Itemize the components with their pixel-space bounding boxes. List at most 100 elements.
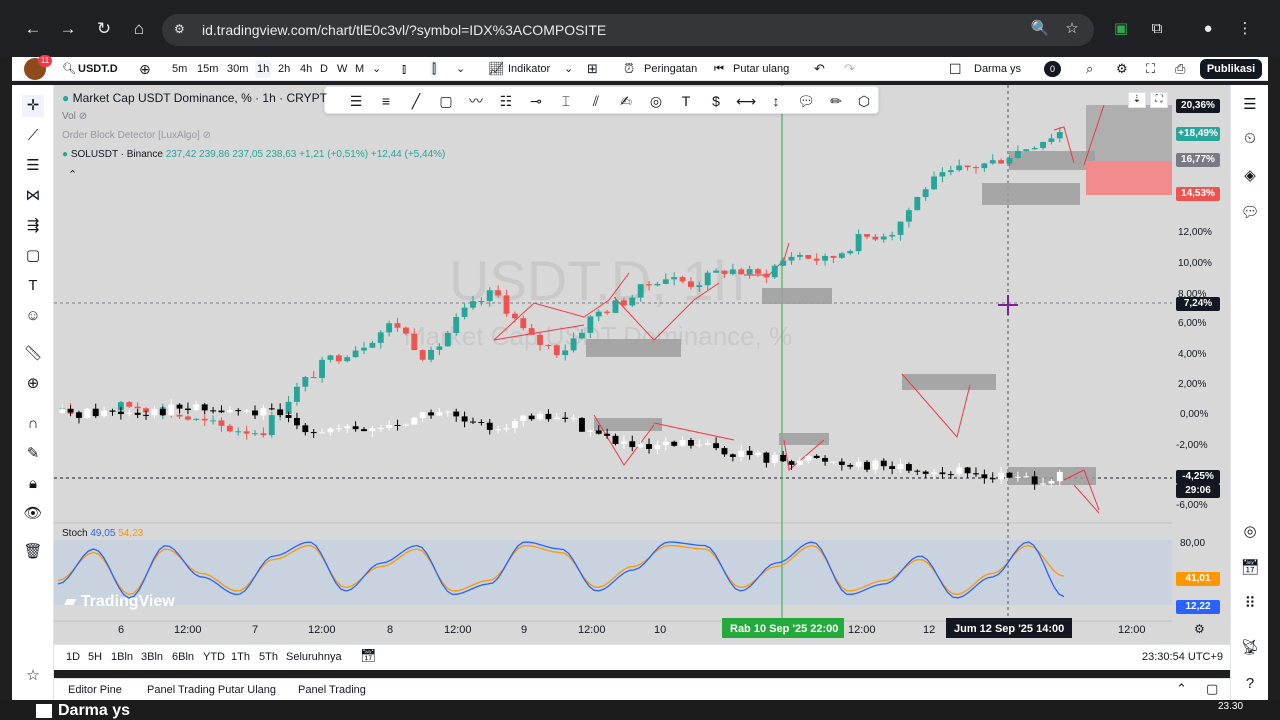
vol-legend[interactable]: Vol ⊘ <box>62 111 87 122</box>
lock-icon[interactable]: 🔒︎ <box>22 473 44 495</box>
back-arrow-icon[interactable]: ← <box>22 18 44 40</box>
prediction-icon[interactable]: ⇶ <box>22 215 44 237</box>
chart-type-dropdown-icon[interactable]: ⌄ <box>454 60 467 78</box>
maximize-panel-icon[interactable]: ▢ <box>1206 681 1218 697</box>
extensions-puzzle-icon[interactable]: ⧉ <box>1146 18 1168 40</box>
calendar-icon[interactable]: 📅︎ <box>1239 557 1261 579</box>
layout-square-icon[interactable]: ☐ <box>947 60 964 78</box>
range-5h[interactable]: 5H <box>88 651 102 663</box>
collapse-panel-icon[interactable]: ⌃ <box>1176 681 1187 697</box>
cursor-text-icon[interactable]: ⌶ <box>555 90 577 112</box>
magnet-icon[interactable]: ∩ <box>22 413 44 435</box>
compare-symbol-icon[interactable]: ⊕ <box>137 60 153 78</box>
extension-icon[interactable]: ▣ <box>1110 18 1132 40</box>
bar-style-icon[interactable]: ⫾ <box>400 60 408 78</box>
pencil-icon[interactable]: ✏ <box>825 90 847 112</box>
replay-icon[interactable]: ⏮ <box>712 60 726 78</box>
ruler-icon[interactable]: 📏︎ <box>22 343 44 365</box>
range-1th[interactable]: 1Th <box>231 651 250 663</box>
indicators-icon[interactable]: 📈︎ <box>486 60 507 78</box>
path-icon[interactable]: 〰 <box>465 90 487 112</box>
fib-ext-icon[interactable]: ☷ <box>495 90 517 112</box>
rectangle-icon[interactable]: ▢ <box>435 90 457 112</box>
range-5th[interactable]: 5Th <box>259 651 278 663</box>
trash-icon[interactable]: 🗑︎ <box>22 541 44 563</box>
range-1d[interactable]: 1D <box>66 651 80 663</box>
home-icon[interactable]: ⌂ <box>128 18 150 40</box>
symbol-name[interactable]: USDT.D <box>76 60 120 78</box>
favorites-star-icon[interactable]: ☆ <box>22 665 44 687</box>
watchlist-icon[interactable]: ☰ <box>1239 94 1261 116</box>
zoom-icon[interactable]: 🔍 <box>1029 18 1051 40</box>
zoom-in-icon[interactable]: ⊕ <box>22 373 44 395</box>
geometric-shapes-icon[interactable]: ▢ <box>22 245 44 267</box>
fullscreen-icon[interactable]: ⛶ <box>1144 60 1157 78</box>
interval-d[interactable]: D <box>318 60 330 78</box>
sol-legend[interactable]: ● SOLUSDT · Binance 237,42 239,86 237,05… <box>62 149 445 160</box>
ob-legend[interactable]: Order Block Detector [LuxAlgo] ⊘ <box>62 130 211 141</box>
fib-channel-icon[interactable]: ≡ <box>375 90 397 112</box>
parallel-channel-icon[interactable]: ⫽ <box>585 90 607 112</box>
interval-30m[interactable]: 30m <box>225 60 250 78</box>
comment-icon[interactable]: 💬︎ <box>795 90 817 112</box>
range-ytd[interactable]: YTD <box>203 651 225 663</box>
collapse-legend-icon[interactable]: ⌃ <box>68 168 77 181</box>
address-bar[interactable]: ⚙ id.tradingview.com/chart/tlE0c3vl/?sym… <box>162 14 1094 46</box>
price-label-icon[interactable]: $ <box>705 90 727 112</box>
scroll-down-icon[interactable]: ⇣ <box>1128 92 1146 108</box>
broadcast-icon[interactable]: 📡︎ <box>1239 637 1261 659</box>
range-all[interactable]: Seluruhnya <box>286 651 342 663</box>
interval-1h[interactable]: 1h <box>255 60 272 78</box>
trend-line-icon[interactable]: ⟋ <box>22 125 44 147</box>
range-6bln[interactable]: 6Bln <box>172 651 194 663</box>
forward-arrow-icon[interactable]: → <box>57 18 79 40</box>
object-tree-icon[interactable]: ◈ <box>1239 165 1261 187</box>
candle-style-icon[interactable]: ⫿ <box>430 60 439 78</box>
pine-editor-tab[interactable]: Editor Pine <box>68 684 122 696</box>
interval-w[interactable]: W <box>335 60 349 78</box>
crosshair-icon[interactable]: ✛ <box>22 95 44 117</box>
layout-name[interactable]: Darma ys <box>972 60 1023 78</box>
profile-avatar-icon[interactable]: ● <box>1197 18 1219 40</box>
site-info-icon[interactable]: ⚙ <box>174 22 185 36</box>
alert-button[interactable]: Peringatan <box>642 60 699 78</box>
text-icon[interactable]: T <box>675 90 697 112</box>
range-3bln[interactable]: 3Bln <box>141 651 163 663</box>
browser-menu-icon[interactable]: ⋮ <box>1234 18 1256 40</box>
horizontal-line-icon[interactable]: ⟷ <box>735 90 757 112</box>
settings-gear-icon[interactable]: ⚙ <box>1114 60 1130 78</box>
alert-clock-icon[interactable]: ⏰︎ <box>622 60 636 78</box>
alerts-clock-icon[interactable]: ⏲ <box>1239 128 1261 150</box>
vertical-line-icon[interactable]: ↕ <box>765 90 787 112</box>
maximize-icon[interactable]: ⛶ <box>1150 92 1168 108</box>
interval-dropdown-icon[interactable]: ⌄ <box>370 60 383 78</box>
eye-off-icon[interactable]: ⊘ <box>79 111 87 122</box>
chart-canvas[interactable]: USDT.D, 1h Market Cap USDT Dominance, % <box>54 85 1230 644</box>
shape-icon[interactable]: ⬡ <box>853 90 875 112</box>
text-tool-icon[interactable]: T <box>22 275 44 297</box>
horizontal-ray-icon[interactable]: ⊸ <box>525 90 547 112</box>
range-1bln[interactable]: 1Bln <box>111 651 133 663</box>
taskbar-user[interactable]: Darma ys <box>58 702 130 720</box>
lock-drawing-mode-icon[interactable]: ✎ <box>22 443 44 465</box>
brush-icon[interactable]: ✍ <box>615 90 637 112</box>
chat-icon[interactable]: 💬︎ <box>1239 202 1261 224</box>
templates-icon[interactable]: ⊞ <box>585 60 600 78</box>
utc-clock[interactable]: 23:30:54 UTC+9 <box>1142 651 1223 663</box>
pattern-icon[interactable]: ⋈ <box>22 185 44 207</box>
replay-trading-panel-tab[interactable]: Panel Trading Putar Ulang <box>147 684 276 696</box>
eye-off-icon[interactable]: ⊘ <box>203 130 211 141</box>
apps-grid-icon[interactable]: ⠿ <box>1239 593 1261 615</box>
reload-icon[interactable]: ↻ <box>93 18 115 40</box>
trading-panel-tab[interactable]: Panel Trading <box>298 684 366 696</box>
screener-icon[interactable]: ◎ <box>1239 521 1261 543</box>
fib-retracement-icon[interactable]: ☰ <box>22 155 44 177</box>
publish-button[interactable]: Publikasi <box>1200 59 1262 79</box>
interval-m[interactable]: M <box>353 60 366 78</box>
quick-search-icon[interactable]: ⌕ <box>1084 60 1095 78</box>
camera-snapshot-icon[interactable]: ⎙ <box>1173 60 1187 78</box>
fib-levels-icon[interactable]: ☰ <box>345 90 367 112</box>
indicators-button[interactable]: Indikator <box>506 60 552 78</box>
interval-4h[interactable]: 4h <box>298 60 314 78</box>
indicators-dropdown-icon[interactable]: ⌄ <box>562 60 575 78</box>
